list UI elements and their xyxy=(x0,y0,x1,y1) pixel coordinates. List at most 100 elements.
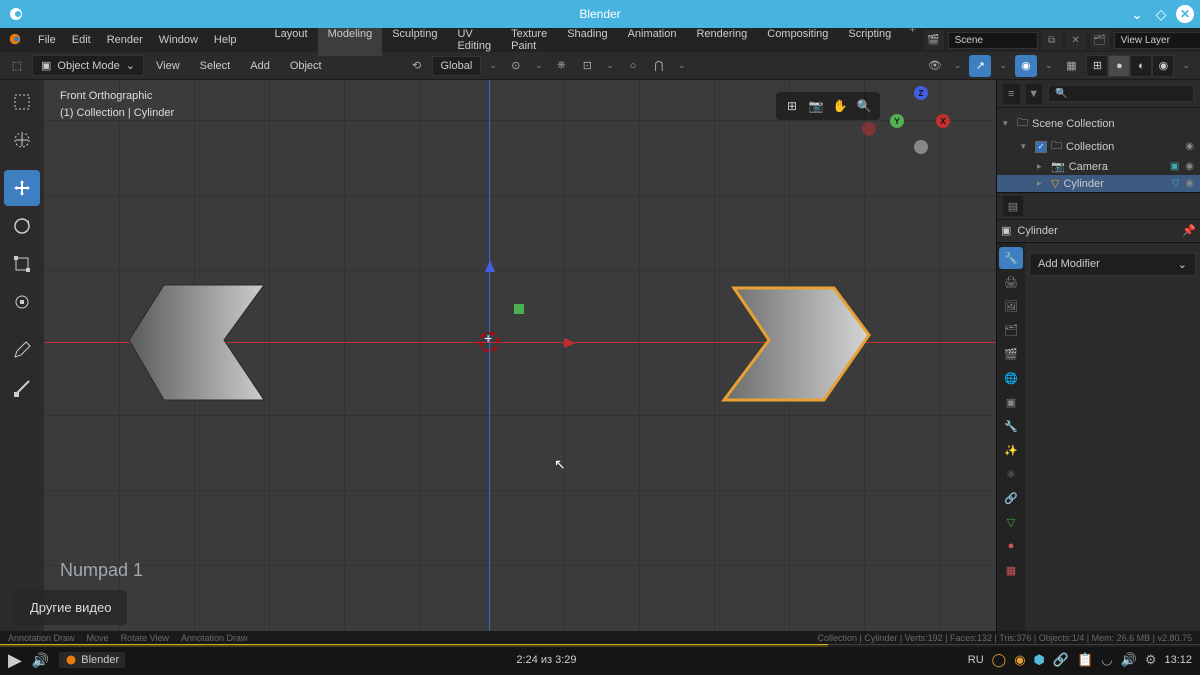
rotate-tool[interactable] xyxy=(4,208,40,244)
clock[interactable]: 13:12 xyxy=(1164,654,1192,666)
shading-solid[interactable]: ● xyxy=(1108,55,1130,77)
move-tool[interactable] xyxy=(4,170,40,206)
tab-output[interactable]: 🖼 xyxy=(999,295,1023,317)
menu-help[interactable]: Help xyxy=(206,34,245,46)
scale-tool[interactable] xyxy=(4,246,40,282)
outliner-filter-icon[interactable]: ▼ xyxy=(1026,84,1043,104)
workspace-layout[interactable]: Layout xyxy=(265,24,318,56)
outliner-collection[interactable]: ▾ ✓ 🗀 Collection ◉ xyxy=(997,135,1200,158)
snap-icon[interactable]: ⎈ xyxy=(550,55,572,77)
volume-button[interactable]: 🔊 xyxy=(32,652,49,669)
mode-selector[interactable]: ▣ Object Mode ⌄ xyxy=(32,55,144,76)
workspace-sculpting[interactable]: Sculpting xyxy=(382,24,447,56)
tab-scene[interactable]: 🎬 xyxy=(999,343,1023,365)
restrict-icon[interactable]: ▣ xyxy=(1170,161,1179,172)
shading-rendered[interactable]: ◉ xyxy=(1152,55,1174,77)
chevron-down-icon[interactable]: ⌄ xyxy=(485,60,501,71)
orientation-select[interactable]: Global xyxy=(432,56,482,76)
workspace-shading[interactable]: Shading xyxy=(557,24,617,56)
camera-view-icon[interactable]: 📷 xyxy=(806,96,826,116)
properties-editor-icon[interactable]: ▤ xyxy=(1003,196,1023,216)
menu-window[interactable]: Window xyxy=(151,34,206,46)
workspace-rendering[interactable]: Rendering xyxy=(686,24,757,56)
blender-icon[interactable] xyxy=(8,32,22,49)
restrict-icon[interactable]: ▽ xyxy=(1172,178,1180,189)
cursor-tool[interactable] xyxy=(4,122,40,158)
tab-material[interactable]: ● xyxy=(999,535,1023,557)
add-modifier-dropdown[interactable]: Add Modifier ⌄ xyxy=(1029,253,1196,276)
pivot-icon[interactable]: ⊙ xyxy=(505,55,527,77)
orientation-icon[interactable]: ⟲ xyxy=(406,55,428,77)
maximize-button[interactable]: ◇ xyxy=(1152,5,1170,23)
settings-icon[interactable]: ⚙ xyxy=(1145,652,1157,668)
workspace-texture[interactable]: Texture Paint xyxy=(501,24,557,56)
tab-world[interactable]: 🌐 xyxy=(999,367,1023,389)
network-icon[interactable]: ◡ xyxy=(1101,652,1112,668)
shading-lookdev[interactable]: ◐ xyxy=(1130,55,1152,77)
tab-viewlayer[interactable]: 🗂 xyxy=(999,319,1023,341)
header-object[interactable]: Object xyxy=(282,60,330,72)
link-icon[interactable]: 🔗 xyxy=(1053,652,1069,668)
tab-texture[interactable]: ▦ xyxy=(999,559,1023,581)
outliner-search[interactable] xyxy=(1048,85,1194,102)
tab-data[interactable]: ▽ xyxy=(999,511,1023,533)
tab-wrench[interactable]: 🔧 xyxy=(999,415,1023,437)
eye-icon[interactable]: ◉ xyxy=(1185,178,1194,189)
falloff-icon[interactable]: ⋂ xyxy=(648,55,670,77)
tray-app-icon[interactable]: ⬢ xyxy=(1034,652,1045,668)
minimize-button[interactable]: ⌄ xyxy=(1128,5,1146,23)
scene-name-field[interactable] xyxy=(948,32,1038,49)
outliner-item-cylinder[interactable]: ▸ ▽ Cylinder ▽◉ xyxy=(997,175,1200,192)
header-add[interactable]: Add xyxy=(242,60,278,72)
workspace-compositing[interactable]: Compositing xyxy=(757,24,838,56)
eye-icon[interactable]: ◉ xyxy=(1185,141,1194,152)
layer-browse-icon[interactable]: 🗂 xyxy=(1090,30,1110,50)
scale-handle-icon[interactable] xyxy=(514,304,524,314)
workspace-modeling[interactable]: Modeling xyxy=(318,24,383,56)
tab-constraints[interactable]: 🔗 xyxy=(999,487,1023,509)
language-indicator[interactable]: RU xyxy=(968,654,984,666)
pan-icon[interactable]: ✋ xyxy=(830,96,850,116)
menu-edit[interactable]: Edit xyxy=(64,34,99,46)
other-videos-button[interactable]: Другие видео xyxy=(14,590,127,625)
tray-circle-icon[interactable]: ◯ xyxy=(992,652,1007,668)
mesh-object-right-selected[interactable] xyxy=(714,280,874,410)
snap-target-icon[interactable]: ⊡ xyxy=(576,55,598,77)
select-box-tool[interactable] xyxy=(4,84,40,120)
tab-physics[interactable]: ⚛ xyxy=(999,463,1023,485)
tab-render[interactable]: 🖨 xyxy=(999,271,1023,293)
outliner-scene-collection[interactable]: ▾ 🗀 Scene Collection xyxy=(997,112,1200,135)
outliner-item-camera[interactable]: ▸ 📷 Camera ▣◉ xyxy=(997,158,1200,175)
menu-file[interactable]: File xyxy=(30,34,64,46)
zoom-icon[interactable]: 🔍 xyxy=(854,96,874,116)
shading-wireframe[interactable]: ⊞ xyxy=(1086,55,1108,77)
measure-tool[interactable] xyxy=(4,370,40,406)
xray-icon[interactable]: ▦ xyxy=(1060,55,1082,77)
play-button[interactable]: ▶ xyxy=(8,650,22,671)
proportional-icon[interactable]: ○ xyxy=(622,55,644,77)
tab-object[interactable]: ▣ xyxy=(999,391,1023,413)
visibility-icon[interactable]: 👁 xyxy=(924,55,946,77)
workspace-animation[interactable]: Animation xyxy=(618,24,687,56)
add-workspace-button[interactable]: + xyxy=(901,24,923,56)
mesh-object-left[interactable] xyxy=(124,280,284,410)
header-view[interactable]: View xyxy=(148,60,188,72)
editor-type-icon[interactable]: ⬚ xyxy=(6,55,28,77)
scene-delete-icon[interactable]: ✕ xyxy=(1066,30,1086,50)
eye-icon[interactable]: ◉ xyxy=(1185,161,1194,172)
menu-render[interactable]: Render xyxy=(99,34,151,46)
taskbar-app[interactable]: Blender xyxy=(59,652,125,668)
chevron-down-icon[interactable]: ⌄ xyxy=(1178,60,1194,71)
tab-particles[interactable]: ✨ xyxy=(999,439,1023,461)
navigation-gizmo[interactable]: Z Y X xyxy=(890,86,950,146)
3d-viewport[interactable]: ↖ Front Orthographic (1) Collection | Cy… xyxy=(44,80,996,631)
grid-view-icon[interactable]: ⊞ xyxy=(782,96,802,116)
workspace-uv[interactable]: UV Editing xyxy=(447,24,501,56)
workspace-scripting[interactable]: Scripting xyxy=(838,24,901,56)
layer-name-field[interactable] xyxy=(1114,32,1200,49)
gizmo-icon[interactable]: ↗ xyxy=(969,55,991,77)
sound-icon[interactable]: 🔊 xyxy=(1121,652,1137,668)
overlay-icon[interactable]: ◉ xyxy=(1015,55,1037,77)
tab-modifiers[interactable]: 🔧 xyxy=(999,247,1023,269)
annotate-tool[interactable] xyxy=(4,332,40,368)
